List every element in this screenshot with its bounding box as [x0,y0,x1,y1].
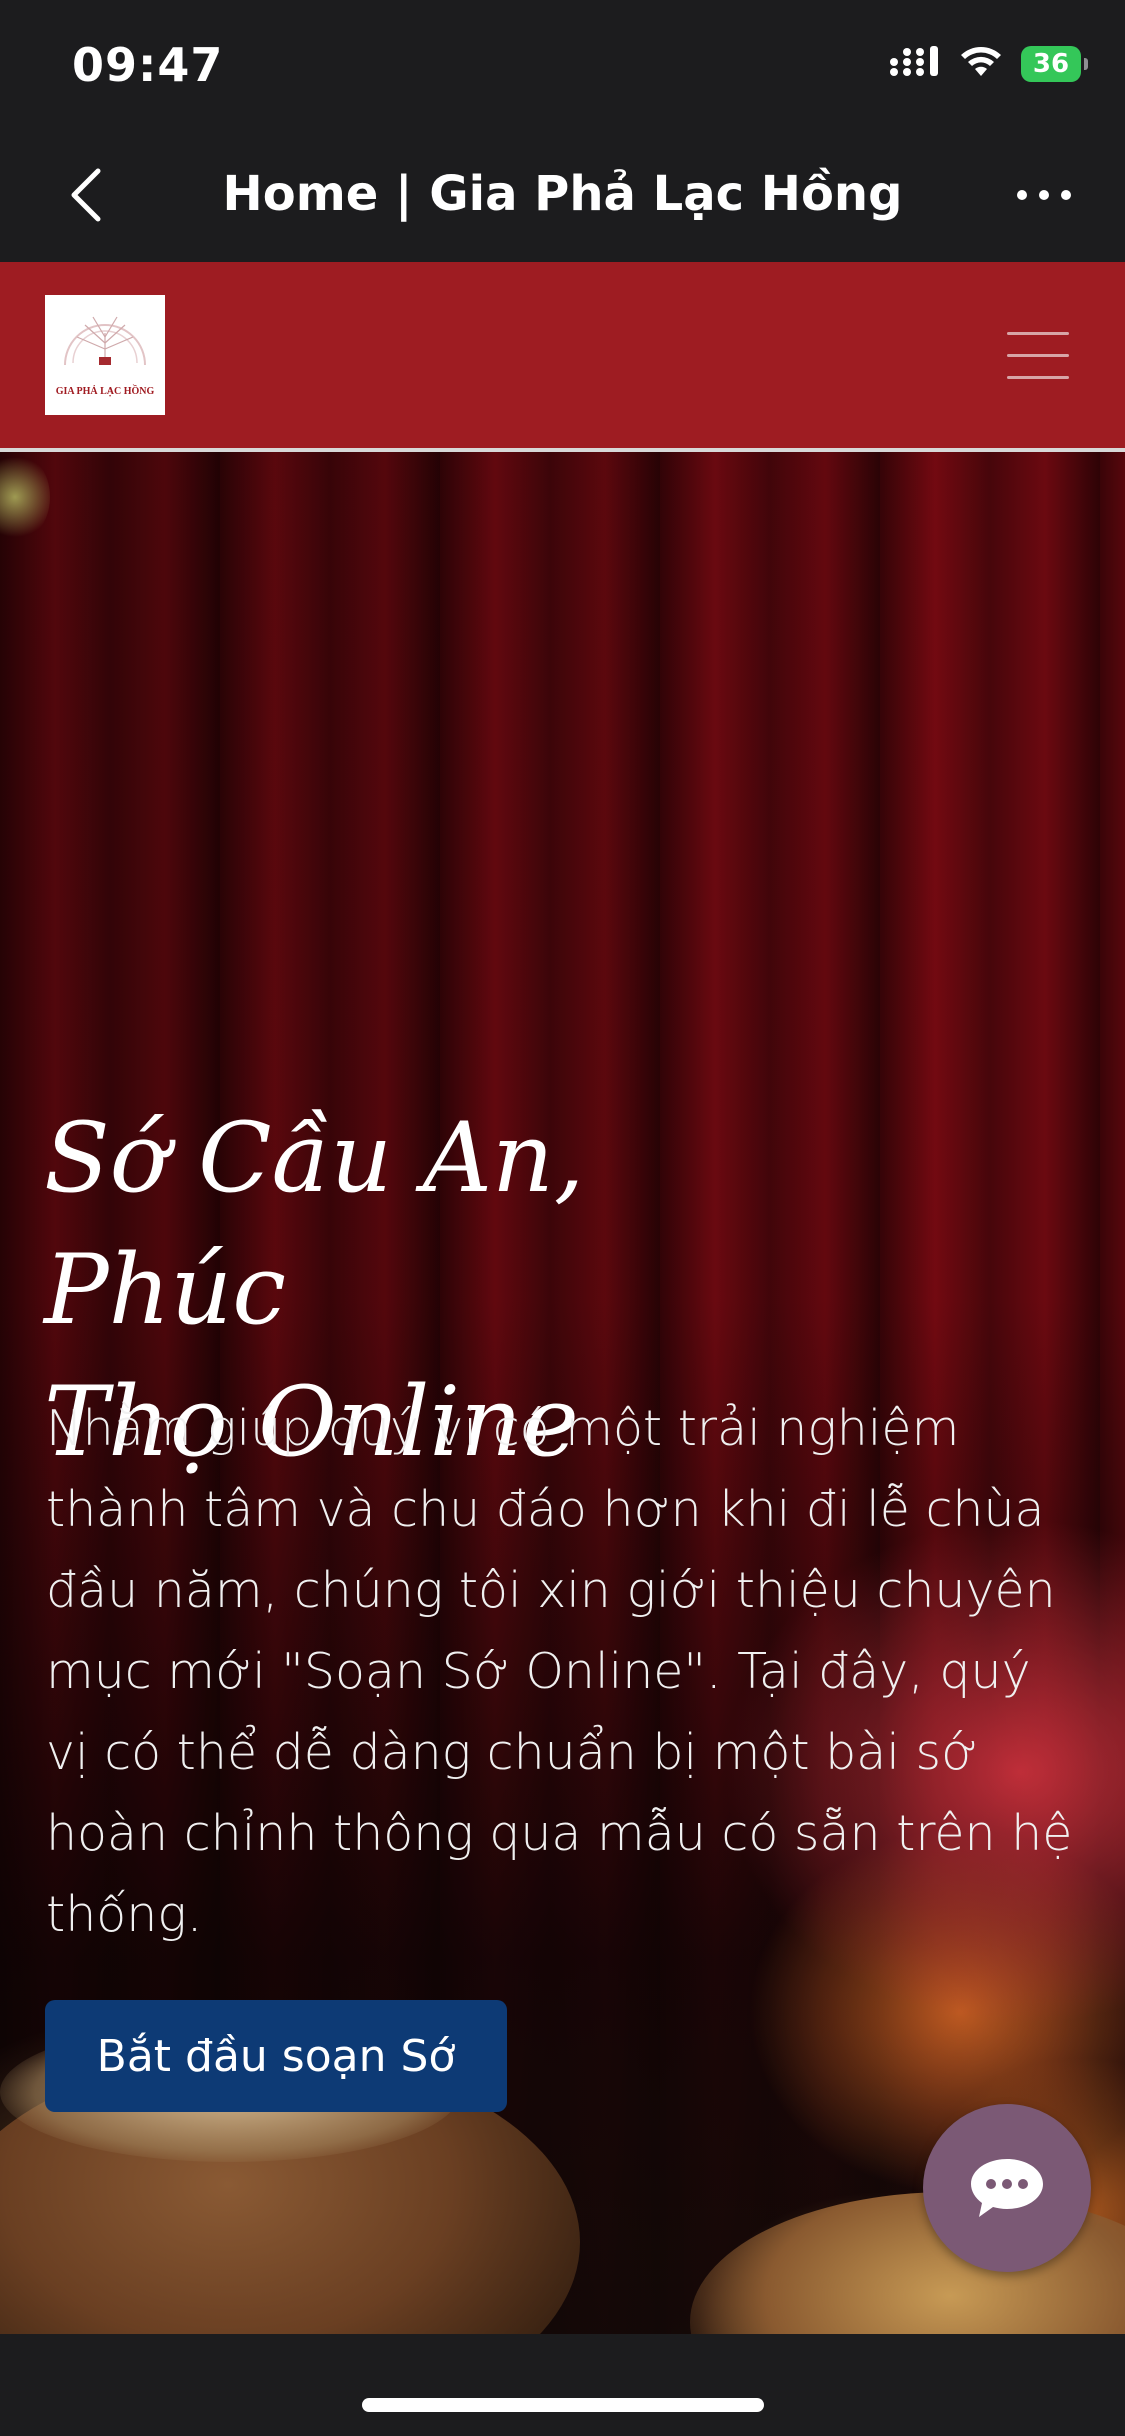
logo-text: GIA PHẢ LẠC HỒNG [55,386,155,397]
status-bar: 09:47 36 [0,0,1125,130]
menu-button[interactable] [1007,332,1069,380]
page-title: Home | Gia Phả Lạc Hồng [222,166,903,222]
back-button[interactable] [56,160,116,230]
chat-bubble-icon [971,2159,1043,2217]
more-options-button[interactable] [1009,170,1079,220]
home-indicator[interactable] [362,2398,764,2412]
hamburger-line [1007,376,1069,379]
signal-icon [889,44,941,83]
site-logo[interactable]: GIA PHẢ LẠC HỒNG [45,295,165,415]
hero-description: Nhằm giúp quý vị có một trải nghiệm thàn… [46,1400,1073,1943]
chat-button[interactable] [923,2104,1091,2272]
hero-banner: Sớ Cầu An, Phúc Thọ Online Nhằm giúp quý… [0,452,1125,2334]
wifi-icon [959,44,1003,83]
hero-title-line-1: Sớ Cầu An, Phúc [44,1102,585,1346]
battery-icon: 36 [1021,45,1088,82]
bottom-bar [0,2334,1125,2436]
browser-nav-bar: Home | Gia Phả Lạc Hồng [0,130,1125,262]
chevron-left-icon [71,168,101,222]
ellipsis-icon [1017,190,1071,200]
hamburger-menu-icon [1007,332,1069,335]
status-time: 09:47 [72,38,224,92]
site-header: GIA PHẢ LẠC HỒNG [0,262,1125,452]
status-icons: 36 [889,44,1088,83]
family-tree-logo-icon [64,316,146,366]
start-writing-button[interactable]: Bắt đầu soạn Sớ [45,2000,507,2112]
hamburger-line [1007,354,1069,357]
